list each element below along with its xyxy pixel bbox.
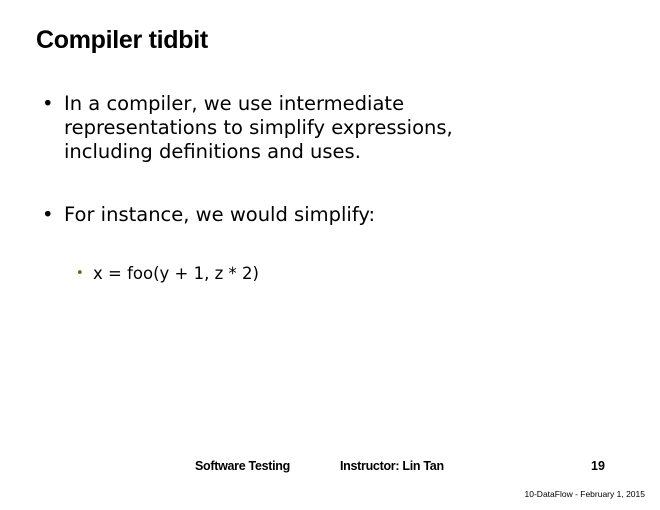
footer-instructor: Instructor: Lin Tan [340, 459, 444, 473]
bullet-text: In a compiler, we use intermediate repre… [64, 92, 453, 163]
footer-course-name: Software Testing [195, 459, 290, 473]
bullet-icon: • [42, 203, 54, 226]
footer-lecture-tag: 10-DataFlow - February 1, 2015 [524, 489, 645, 499]
bullet-text: For instance, we would simplify: [64, 203, 376, 226]
sub-bullet-icon: • [76, 266, 84, 281]
sub-bullet-text: x = foo(y + 1, z * 2) [93, 264, 259, 283]
slide-title: Compiler tidbit [36, 26, 208, 54]
footer-page-number: 19 [591, 459, 605, 473]
bullet-icon: • [42, 92, 54, 115]
